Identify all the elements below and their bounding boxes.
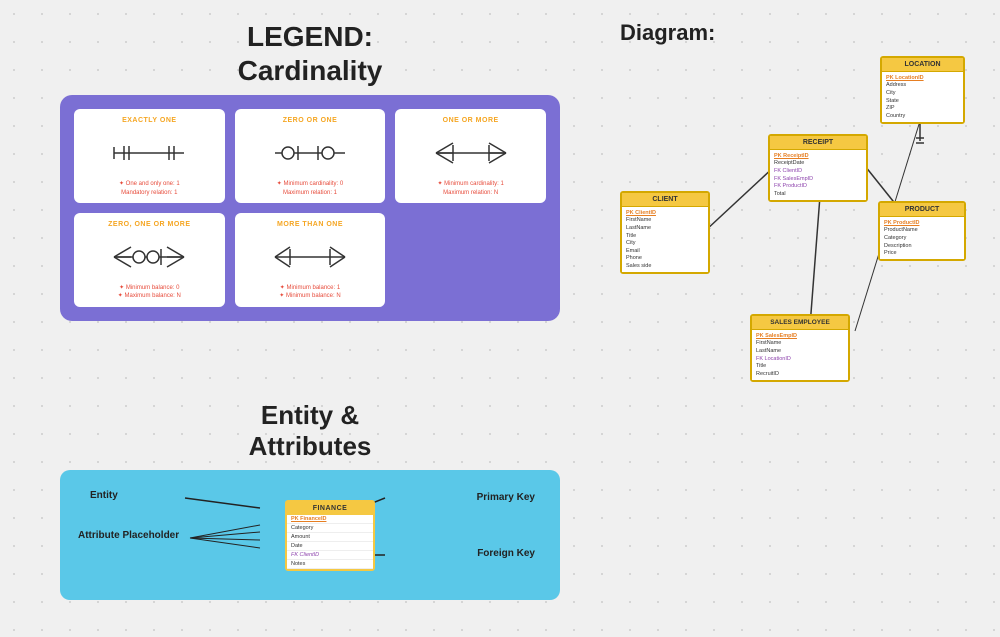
legend-card-zero-or-one: ZERO OR ONE ✦ Minimum cardinality: 0 Max… [235,109,386,203]
db-entity-sales-employee-body: PK SalesEmpID FirstName LastName FK Loca… [752,330,848,380]
db-entity-sales-employee-header: SALES EMPLOYEE [752,316,848,330]
db-entity-receipt: RECEIPT PK ReceiptID ReceiptDate FK Clie… [768,134,868,202]
legend-desc-3: ✦ Minimum balance: 0 ✦ Maximum balance: … [118,284,181,301]
db-entity-product: PRODUCT PK ProductID ProductName Categor… [878,201,966,261]
legend-subtitle: Cardinality [238,55,383,86]
entity-finance-row-0: PK FinanceID [287,515,373,524]
diagram-area: LOCATION PK LocationID Address City Stat… [620,56,980,456]
legend-card-exactly-one: EXACTLY ONE ✦ One and only one: 1 M [74,109,225,203]
db-entity-client: CLIENT PK ClientID FirstName LastName Ti… [620,191,710,274]
legend-title: LEGEND: Cardinality [60,20,560,87]
entity-finance-row-5: Notes [287,560,373,569]
legend-card-title-1: ZERO OR ONE [283,117,338,124]
entity-label-entity: Entity [90,490,118,501]
entity-section: Entity & Attributes Entity Primary Key A… [60,400,560,600]
legend-card-title-2: ONE OR MORE [443,117,499,124]
db-entity-sales-employee: SALES EMPLOYEE PK SalesEmpID FirstName L… [750,314,850,382]
entity-finance-header: FINANCE [287,502,373,515]
legend-desc-4: ✦ Minimum balance: 1 ✦ Minimum balance: … [279,284,340,301]
diagram-section: Diagram: LOCATION [620,20,980,456]
entity-finance-body: PK FinanceID Category Amount Date FK Cli… [287,515,373,569]
diagram-title: Diagram: [620,20,980,46]
entity-label-fk: Foreign Key [477,548,535,559]
db-entity-client-body: PK ClientID FirstName LastName Title Cit… [622,207,708,272]
entity-label-pk: Primary Key [477,492,535,503]
db-entity-receipt-body: PK ReceiptID ReceiptDate FK ClientID FK … [770,150,866,200]
legend-section: LEGEND: Cardinality EXACTLY ONE [60,20,560,321]
entity-diagram-box: Entity Primary Key Attribute Placeholder… [60,470,560,600]
db-entity-product-body: PK ProductID ProductName Category Descri… [880,217,964,259]
entity-finance-row-2: Amount [287,533,373,542]
db-entity-client-header: CLIENT [622,193,708,207]
legend-box: EXACTLY ONE ✦ One and only one: 1 M [60,95,560,321]
legend-card-title-0: EXACTLY ONE [122,117,177,124]
legend-card-zero-one-more: ZERO, ONE OR MORE [74,213,225,307]
entity-label-attr: Attribute Placeholder [78,525,179,543]
legend-title-line1: LEGEND: [247,21,373,52]
legend-card-title-4: MORE THAN ONE [277,221,343,228]
zero-or-one-symbol [270,128,350,178]
entity-finance-row-1: Category [287,524,373,533]
legend-desc-0: ✦ One and only one: 1 Mandatory relation… [119,180,180,197]
entity-finance-row-3: Date [287,542,373,551]
db-entity-receipt-header: RECEIPT [770,136,866,150]
legend-card-more-than-one: MORE THAN ONE ✦ Minimum balance: [235,213,386,307]
legend-card-title-3: ZERO, ONE OR MORE [108,221,190,228]
db-entity-location-header: LOCATION [882,58,963,72]
exactly-one-symbol [109,128,189,178]
legend-desc-1: ✦ Minimum cardinality: 0 Maximum relatio… [277,180,343,197]
zero-one-more-symbol [109,232,189,282]
entity-finance-row-4: FK ClientID [287,551,373,560]
db-entity-product-header: PRODUCT [880,203,964,217]
more-than-one-symbol [270,232,350,282]
entity-section-title: Entity & Attributes [60,400,560,462]
legend-card-one-or-more: ONE OR MORE [395,109,546,203]
legend-desc-2: ✦ Minimum cardinality: 1 Maximum relatio… [437,180,503,197]
db-entity-location-body: PK LocationID Address City State ZIP Cou… [882,72,963,122]
one-or-more-symbol [431,128,511,178]
db-entity-location: LOCATION PK LocationID Address City Stat… [880,56,965,124]
entity-finance-card: FINANCE PK FinanceID Category Amount Dat… [285,500,375,571]
